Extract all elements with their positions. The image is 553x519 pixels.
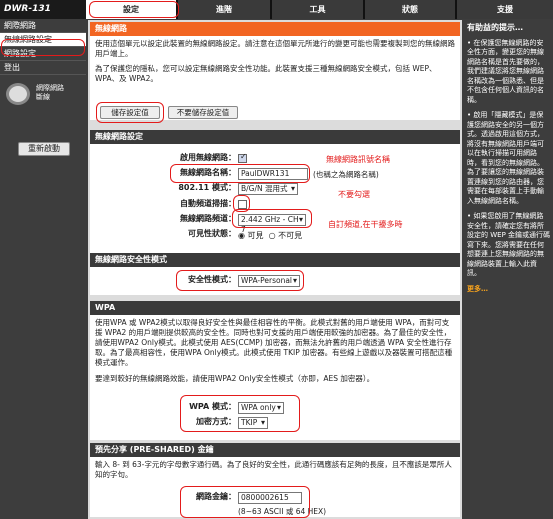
tab-support[interactable]: 支援 (457, 0, 553, 19)
visible-on-label: 可見 (247, 231, 264, 240)
highlight-setup-tab (89, 1, 179, 18)
highlight-channel (232, 209, 312, 228)
internet-status-icon (6, 83, 30, 105)
highlight-ssid (170, 164, 310, 183)
wireless-title: 無線網路 (90, 22, 460, 36)
ssid-hint: (也稱之為網路名稱) (313, 170, 379, 179)
highlight-psk (180, 486, 310, 518)
wpa-title: WPA (90, 301, 460, 315)
highlight-save (96, 102, 164, 123)
nav-internet[interactable]: 網際網路 (0, 19, 86, 33)
nav-logout[interactable]: 登出 (0, 61, 86, 75)
main-panel: 無線網路 使用這個單元以設定此裝置的無線網路設定。請注意在這個單元所進行的變更可… (88, 20, 462, 519)
wpa-text2: 要達到較好的無線網路效能，請使用WPA2 Only安全性模式（亦即，AES 加密… (95, 374, 375, 383)
psk-text: 輸入 8- 到 63-字元的字母數字通行碼。為了良好的安全性，此通行碼應該有足夠… (95, 460, 452, 479)
visible-radios: ◉ 可見 ○ 不可見 (238, 230, 302, 241)
mode-label: 802.11 模式： (178, 183, 236, 192)
annotation-ssid: 無線網路訊號名稱 (326, 155, 390, 164)
brand-logo: DWR-131 (4, 4, 51, 14)
radio-off-icon[interactable]: ○ (269, 231, 276, 240)
autochannel-label: 自動頻道掃描： (180, 199, 236, 208)
highlight-wpa (180, 395, 300, 432)
highlight-security (176, 270, 304, 291)
visible-label: 可見性狀態： (188, 229, 236, 238)
nosave-button[interactable]: 不要儲存設定值 (168, 106, 238, 119)
security-title: 無線網路安全性模式 (90, 253, 460, 267)
enable-label: 啟用無線網路： (180, 153, 236, 162)
help-tip-1: • 在保護您無線網路的安全性方面，變更您的無線網路名稱是首先要做的，我們建議您將… (467, 38, 544, 104)
annotation-noscan: 不要勾選 (338, 190, 370, 199)
wireless-desc: 使用這個單元以設定此裝置的無線網路設定。請注意在這個單元所進行的變更可能也需要複… (95, 39, 455, 58)
help-title: 有助益的提示… (467, 23, 523, 32)
mode-select[interactable]: B/G/N 混用式 (238, 183, 298, 195)
help-tip-3: • 如果您啟用了無線網路安全性，請確定您有將所設定的 WEP 金鑰或通行碼寫下來… (467, 212, 551, 277)
help-more-link[interactable]: 更多… (467, 285, 550, 295)
wpa-text: 使用WPA 或 WPA2模式以取得良好安全性與最佳相容性的平衡。此模式對舊的用戶… (95, 318, 453, 367)
tab-status[interactable]: 狀態 (365, 0, 457, 19)
channel-label: 無線網路頻道： (180, 214, 236, 223)
check-icon: ✓ (240, 152, 247, 161)
help-panel: 有助益的提示… • 在保護您無線網路的安全性方面，變更您的無線網路名稱是首先要做… (464, 20, 553, 519)
wireless-desc2: 為了保護您的隱私，您可以設定無線網路安全性功能。此裝置支援三種無線網路安全模式，… (95, 64, 437, 83)
annotation-channel: 自訂頻道,在干擾多時 (328, 220, 403, 229)
highlight-wireless-nav (1, 39, 85, 56)
tab-advanced[interactable]: 進階 (178, 0, 272, 19)
enable-checkbox[interactable]: ✓ (238, 152, 247, 163)
help-tip-2: • 啟用「隱藏模式」是保護您網路安全的另一個方式。透過啟用這個方式，將沒有無線網… (467, 111, 544, 205)
reboot-button[interactable]: 重新啟動 (18, 142, 70, 156)
psk-title: 預先分享 (PRE-SHARED) 金鑰 (90, 443, 460, 457)
visible-off-label: 不可見 (278, 231, 303, 240)
tab-tools[interactable]: 工具 (272, 0, 365, 19)
radio-on-icon[interactable]: ◉ (238, 231, 245, 240)
settings-title: 無線網路設定 (90, 130, 460, 144)
internet-status-label: 網際網路 斷線 (36, 84, 64, 101)
